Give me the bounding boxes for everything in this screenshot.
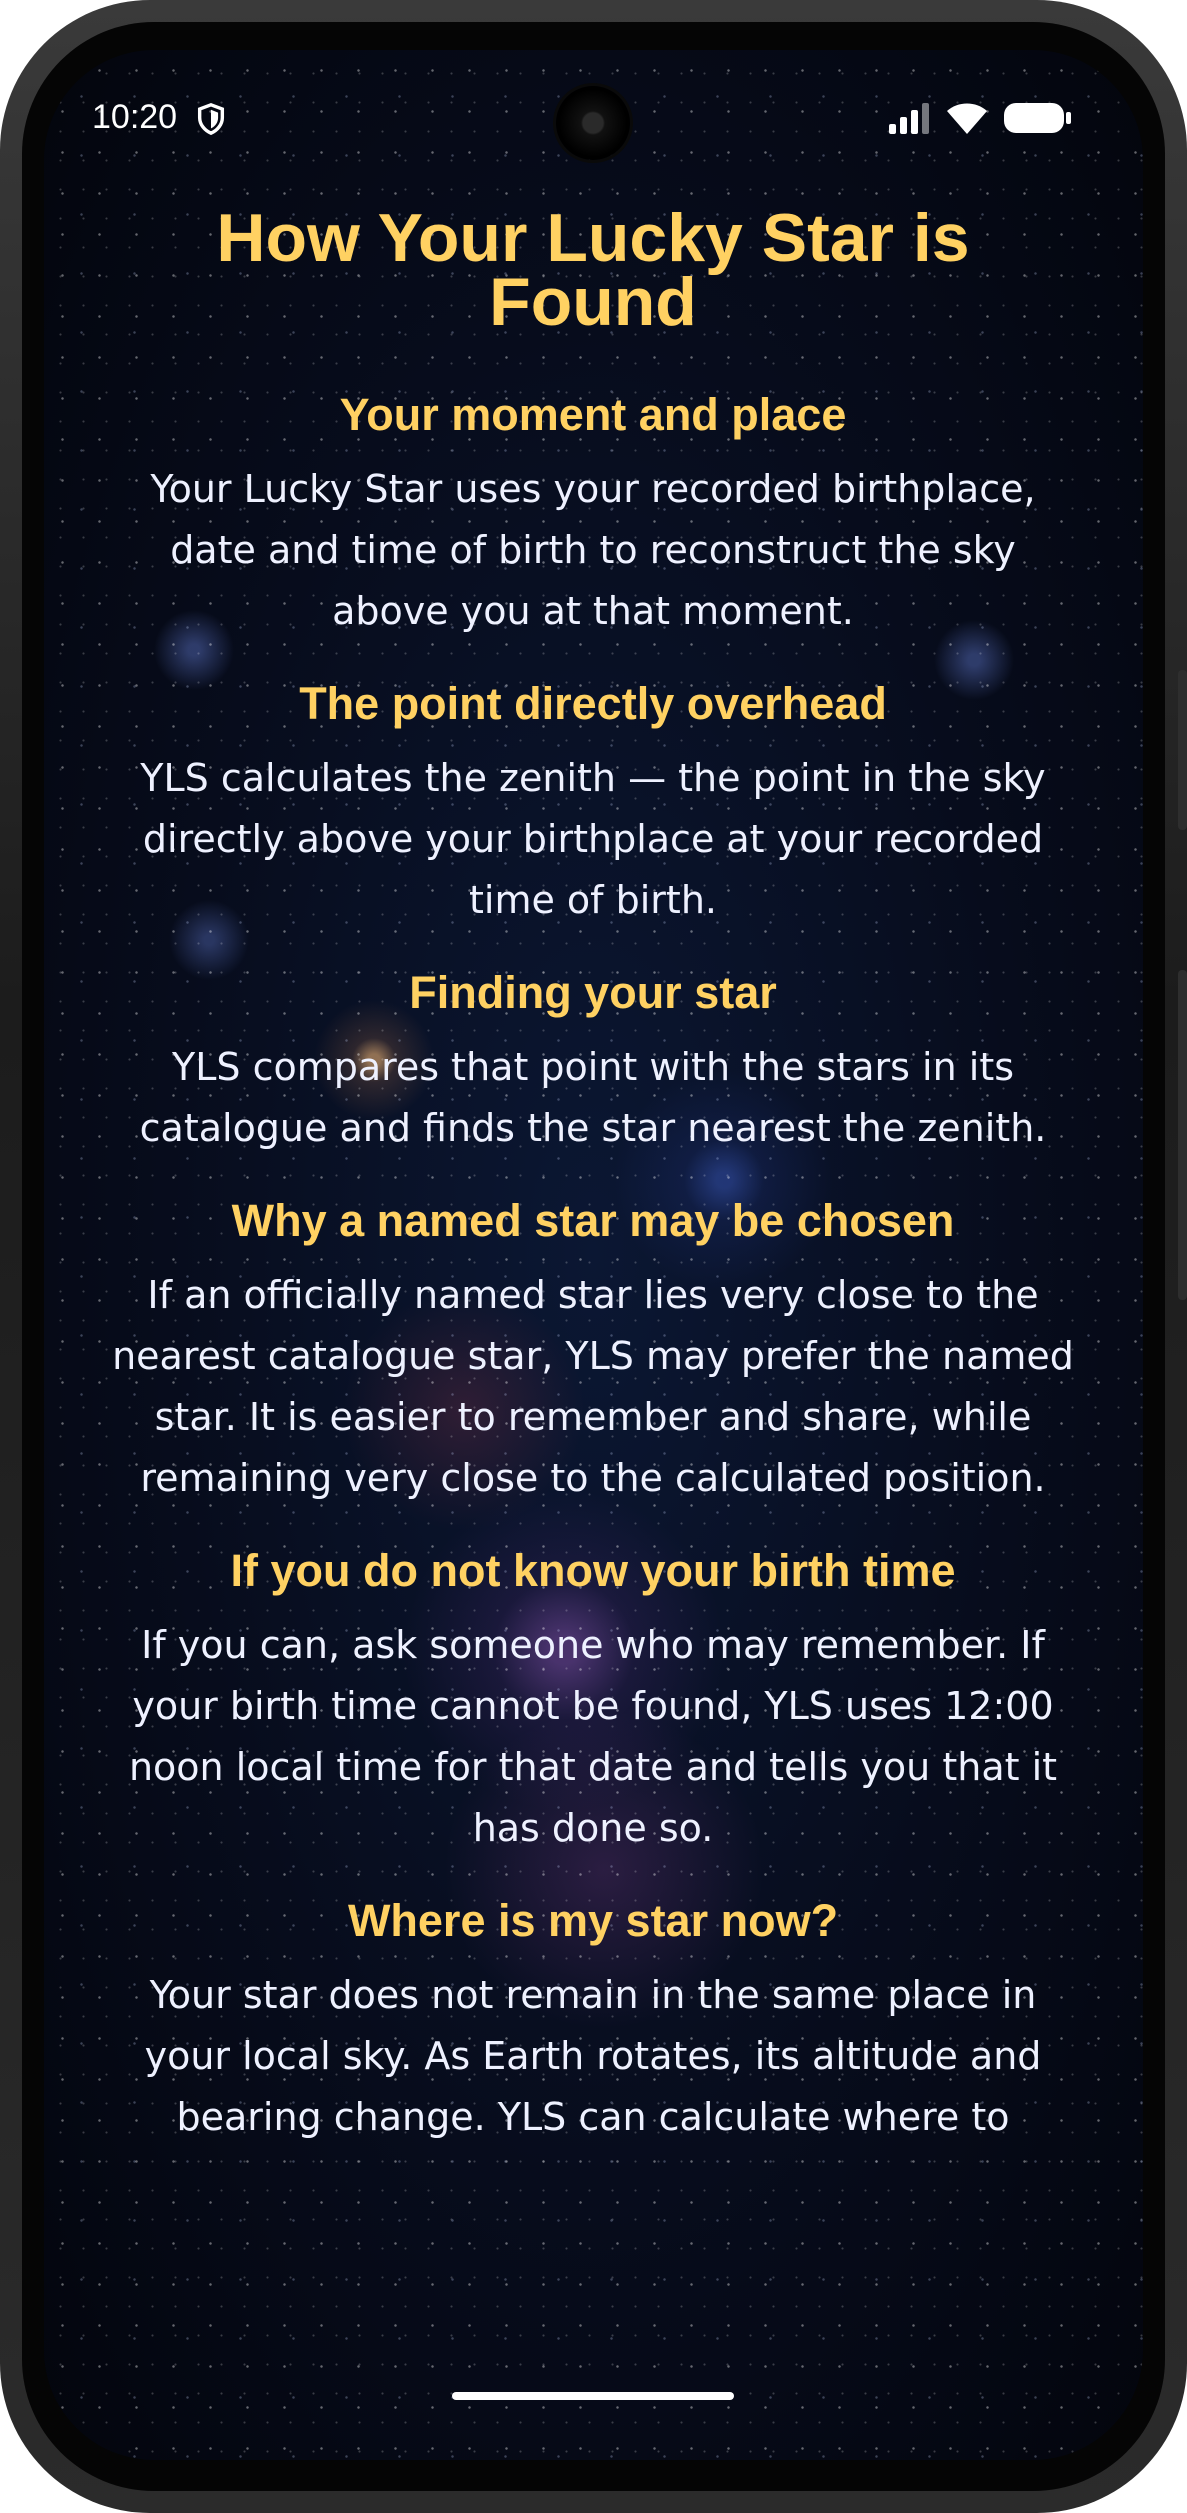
section-body: Your star does not remain in the same pl… — [144, 1973, 1042, 2139]
section-body: If you can, ask someone who may remember… — [128, 1623, 1058, 1850]
page-title: How Your Lucky Star is Found — [216, 200, 970, 340]
section-point-overhead: The point directly overhead YLS calculat… — [108, 678, 1078, 931]
status-icons — [889, 100, 1073, 136]
status-bar: 10:20 — [44, 50, 1143, 170]
power-button — [1178, 970, 1187, 1300]
section-body: YLS compares that point with the stars i… — [139, 1045, 1047, 1150]
section-heading: The point directly overhead — [299, 678, 887, 729]
section-heading: Finding your star — [409, 967, 777, 1018]
signal-icon — [889, 103, 929, 134]
shield-icon — [197, 103, 225, 136]
wifi-icon — [947, 103, 987, 134]
section-body: Your Lucky Star uses your recorded birth… — [150, 467, 1036, 633]
section-heading: Your moment and place — [339, 389, 847, 440]
section-named-star: Why a named star may be chosen If an off… — [108, 1195, 1078, 1509]
status-time: 10:20 — [92, 98, 178, 136]
section-unknown-birth-time: If you do not know your birth time If yo… — [108, 1545, 1078, 1859]
volume-button — [1178, 670, 1187, 830]
section-heading: Where is my star now? — [347, 1895, 839, 1946]
section-moment-and-place: Your moment and place Your Lucky Star us… — [108, 389, 1078, 642]
section-heading: If you do not know your birth time — [230, 1545, 956, 1596]
front-camera — [556, 86, 630, 160]
section-body: If an officially named star lies very cl… — [112, 1273, 1074, 1500]
info-content[interactable]: How Your Lucky Star is Found Your moment… — [108, 150, 1078, 2148]
section-body: YLS calculates the zenith — the point in… — [140, 756, 1046, 922]
phone-frame: 10:20 How Your Lucky Star is Found Your … — [0, 0, 1187, 2513]
screen[interactable]: 10:20 How Your Lucky Star is Found Your … — [44, 50, 1143, 2460]
section-where-is-my-star: Where is my star now? Your star does not… — [108, 1895, 1078, 2148]
home-indicator[interactable] — [452, 2392, 734, 2400]
section-heading: Why a named star may be chosen — [231, 1195, 955, 1246]
section-finding-your-star: Finding your star YLS compares that poin… — [108, 967, 1078, 1159]
battery-icon — [1004, 103, 1071, 133]
